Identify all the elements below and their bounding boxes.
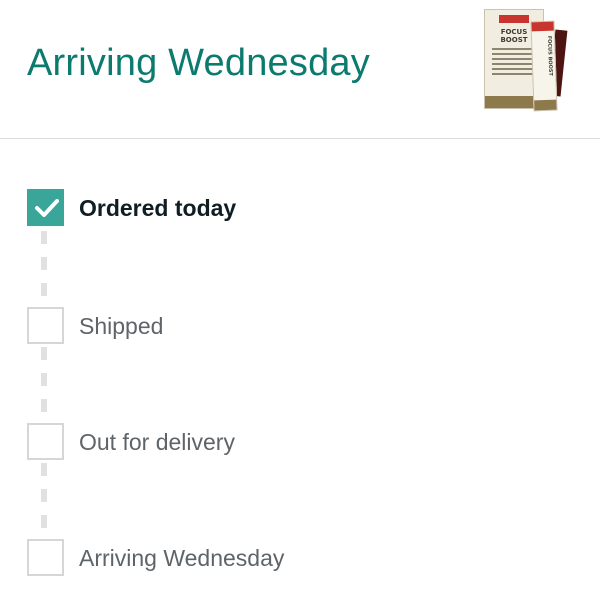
step-label: Out for delivery: [79, 429, 235, 455]
product-image[interactable]: FOCUS BOOST FOCUS BOOST: [480, 7, 572, 112]
delivery-header: Arriving Wednesday FOCUS BOOST FOCUS BOO…: [0, 0, 600, 139]
step-label: Ordered today: [79, 195, 237, 221]
tracker-connector: [41, 463, 47, 545]
product-box-text: [492, 48, 536, 78]
step-checkbox: [27, 539, 64, 576]
step-checkbox: [27, 423, 64, 460]
product-stick-label: FOCUS BOOST: [545, 35, 554, 76]
tracker-step-ordered: Ordered today: [0, 188, 600, 228]
product-stick: FOCUS BOOST: [530, 20, 558, 112]
tracker-step-shipped: Shipped: [0, 306, 600, 346]
tracker-step-out-for-delivery: Out for delivery: [0, 422, 600, 462]
brand-logo: [499, 15, 529, 23]
step-label: Shipped: [79, 313, 164, 339]
step-label: Arriving Wednesday: [79, 545, 285, 571]
step-checkbox: [27, 307, 64, 344]
checkmark-icon: [35, 199, 59, 217]
tracker-connector: [41, 231, 47, 313]
shipment-tracker: Ordered today Shipped Out for delivery A…: [0, 139, 600, 600]
page-title: Arriving Wednesday: [27, 42, 370, 84]
step-checkbox-completed: [27, 189, 64, 226]
tracker-connector: [41, 347, 47, 429]
tracker-step-arriving: Arriving Wednesday: [0, 538, 600, 578]
